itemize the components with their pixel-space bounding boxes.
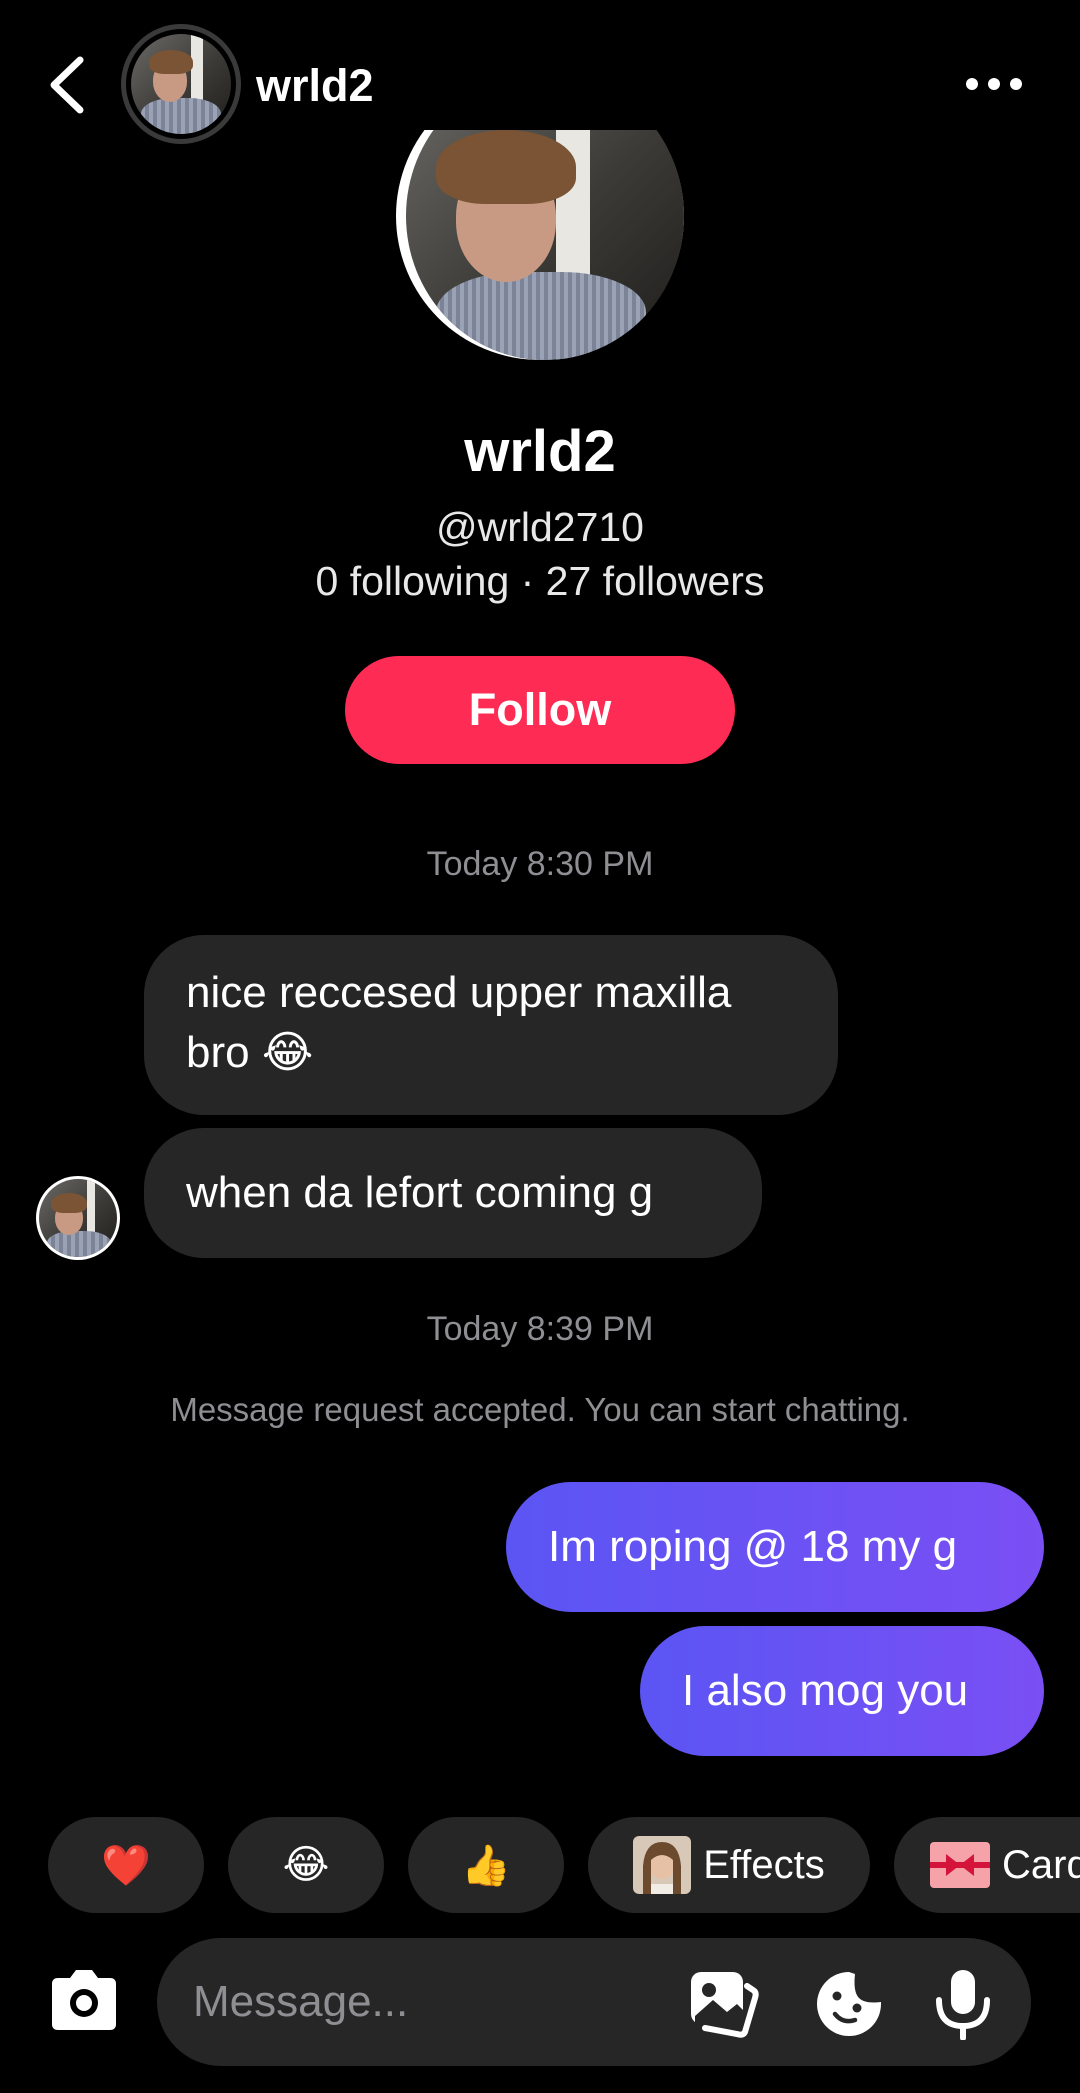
timestamp: Today 8:39 PM xyxy=(426,1310,654,1348)
quick-reply-heart[interactable]: ❤️ xyxy=(48,1817,204,1913)
microphone-icon xyxy=(936,1970,990,2041)
chevron-left-icon xyxy=(50,56,84,114)
profile-handle: @wrld2710 xyxy=(435,504,644,550)
sticker-button[interactable] xyxy=(813,1968,885,2040)
effects-label: Effects xyxy=(703,1842,825,1887)
camera-icon xyxy=(52,1970,116,2030)
card-label: Card xyxy=(1002,1842,1080,1887)
voice-message-button[interactable] xyxy=(927,1968,999,2041)
message-composer xyxy=(157,1938,1031,2066)
incoming-message[interactable]: when da lefort coming g xyxy=(144,1128,762,1258)
effects-button[interactable]: Effects xyxy=(588,1817,870,1913)
header-avatar[interactable] xyxy=(121,24,241,144)
heart-icon: ❤️ xyxy=(101,1843,151,1888)
quick-reply-laugh[interactable]: 😂 xyxy=(228,1817,384,1913)
gift-card-icon xyxy=(930,1842,990,1888)
sticker-icon xyxy=(817,1972,881,2036)
profile-stats: 0 following · 27 followers xyxy=(315,558,765,604)
back-button[interactable] xyxy=(44,52,92,118)
header-username[interactable]: wrld2 xyxy=(256,58,374,114)
quick-reply-row: ❤️ 😂 👍 Effects Card xyxy=(0,1817,1080,1913)
follow-button[interactable]: Follow xyxy=(345,656,735,764)
quick-reply-thumbs-up[interactable]: 👍 xyxy=(408,1817,564,1913)
profile-picture[interactable] xyxy=(396,130,684,366)
camera-button[interactable] xyxy=(44,1966,124,2034)
more-dots-icon xyxy=(966,78,1022,90)
sender-avatar[interactable] xyxy=(36,1176,120,1260)
timestamp: Today 8:30 PM xyxy=(426,845,654,883)
laughing-emoji-icon: 😂 xyxy=(282,1843,330,1887)
thumbs-up-icon: 👍 xyxy=(461,1843,511,1888)
profile-name: wrld2 xyxy=(464,419,616,484)
outgoing-message[interactable]: I also mog you xyxy=(640,1626,1044,1756)
more-options-button[interactable] xyxy=(962,66,1026,102)
card-button[interactable]: Card xyxy=(894,1817,1080,1913)
system-message: Message request accepted. You can start … xyxy=(170,1391,910,1428)
effects-thumbnail-icon xyxy=(633,1836,692,1894)
image-icon xyxy=(691,1972,759,2038)
incoming-message[interactable]: nice reccesed upper maxilla bro 😂 xyxy=(144,935,838,1115)
gallery-button[interactable] xyxy=(687,1968,759,2040)
outgoing-message[interactable]: Im roping @ 18 my g xyxy=(506,1482,1044,1612)
message-input[interactable] xyxy=(193,1938,673,2066)
